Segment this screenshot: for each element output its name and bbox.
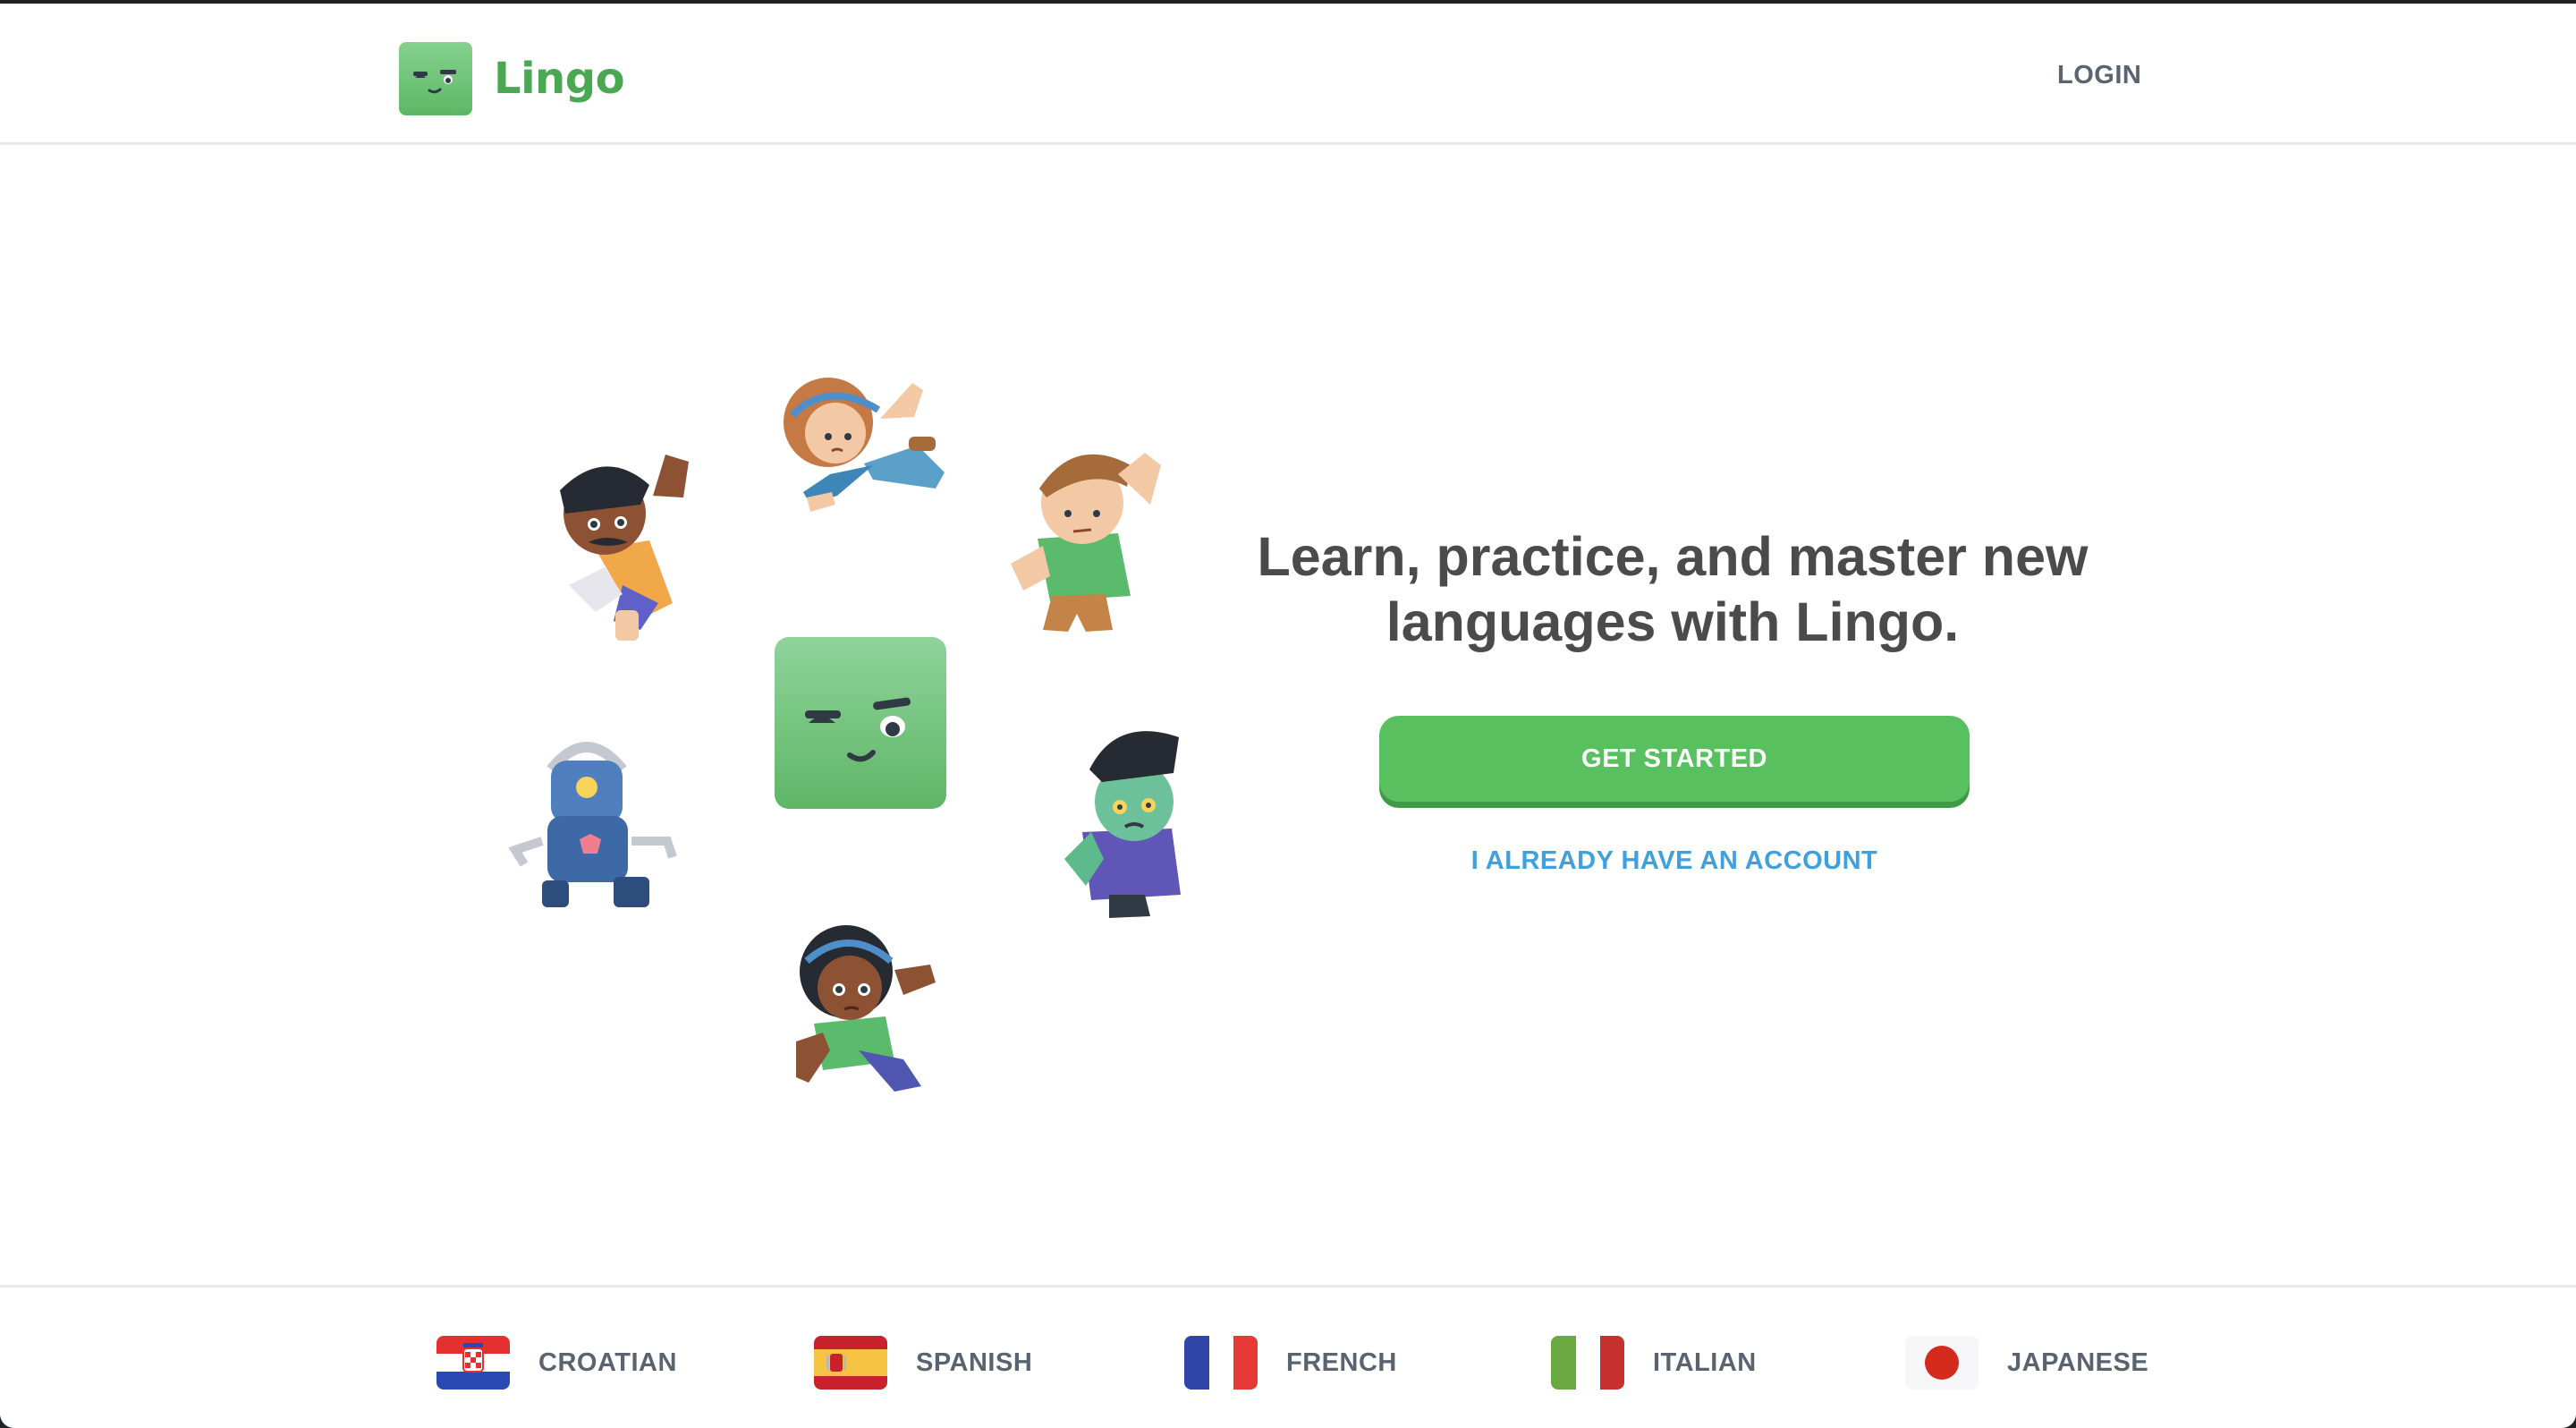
italy-flag-icon bbox=[1551, 1336, 1624, 1390]
hero-headline: Learn, practice, and master new language… bbox=[1234, 524, 2111, 655]
hero-headline-line1: Learn, practice, and master new bbox=[1257, 526, 2089, 587]
hero-headline-line2: languages with Lingo. bbox=[1385, 591, 1960, 652]
login-link[interactable]: LOGIN bbox=[2057, 61, 2141, 90]
mascot-girl-bottom bbox=[778, 916, 957, 1099]
language-footer: CROATIAN SPANISH FRENCH ITALIAN JAPANESE bbox=[0, 1285, 2576, 1428]
spain-flag-icon bbox=[814, 1336, 887, 1390]
language-label: JAPANESE bbox=[2007, 1347, 2149, 1377]
app-window: Lingo LOGIN Learn, practice, and master … bbox=[0, 4, 2576, 1428]
language-label: SPANISH bbox=[916, 1347, 1033, 1377]
lingo-logo-icon bbox=[399, 42, 472, 115]
language-label: CROATIAN bbox=[538, 1347, 677, 1377]
language-item-spanish[interactable]: SPANISH bbox=[814, 1334, 1032, 1391]
mascot-zombie bbox=[1055, 725, 1208, 925]
mascot-boy-right bbox=[1002, 438, 1181, 639]
get-started-button[interactable]: GET STARTED bbox=[1379, 716, 1970, 802]
language-item-french[interactable]: FRENCH bbox=[1184, 1334, 1397, 1391]
language-item-japanese[interactable]: JAPANESE bbox=[1905, 1334, 2148, 1391]
language-label: ITALIAN bbox=[1653, 1347, 1757, 1377]
brand-name: Lingo bbox=[494, 54, 625, 104]
mascot-center-square bbox=[775, 637, 946, 812]
language-item-italian[interactable]: ITALIAN bbox=[1551, 1334, 1757, 1391]
top-nav: Lingo LOGIN bbox=[0, 4, 2576, 145]
mascot-robot bbox=[506, 734, 703, 916]
language-item-croatian[interactable]: CROATIAN bbox=[436, 1334, 677, 1391]
france-flag-icon bbox=[1184, 1336, 1258, 1390]
mascot-mustache-man bbox=[533, 451, 703, 651]
mascot-girl-top bbox=[775, 365, 953, 530]
croatia-flag-icon bbox=[436, 1336, 510, 1390]
language-label: FRENCH bbox=[1286, 1347, 1397, 1377]
brand[interactable]: Lingo bbox=[399, 41, 625, 116]
already-have-account-link[interactable]: I ALREADY HAVE AN ACCOUNT bbox=[1379, 846, 1970, 886]
japan-flag-icon bbox=[1905, 1336, 1979, 1390]
